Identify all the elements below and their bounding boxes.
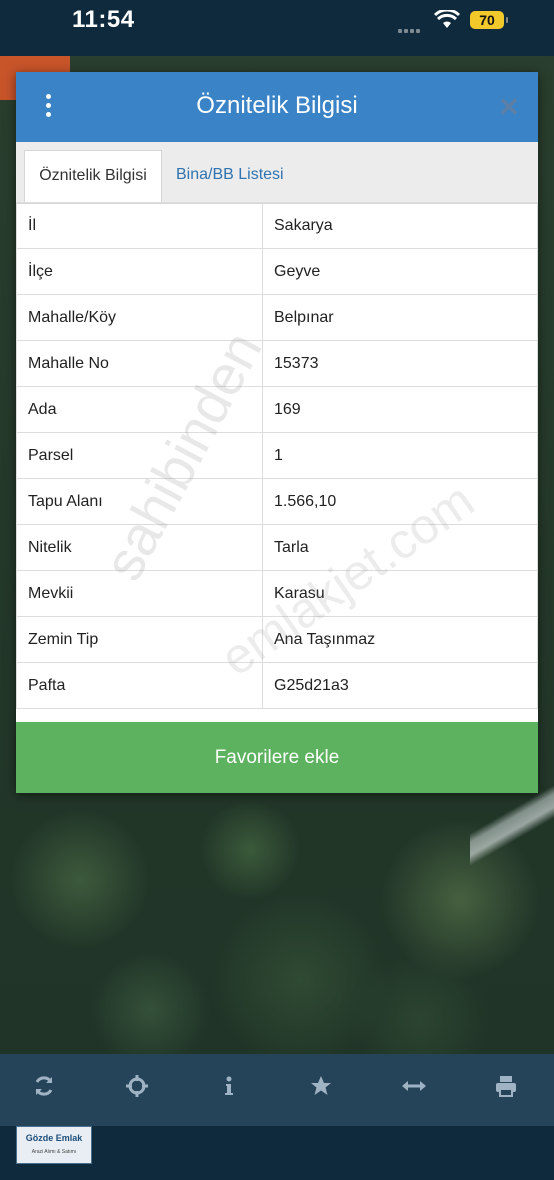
info-icon[interactable] xyxy=(213,1074,245,1106)
attribute-value: Karasu xyxy=(262,570,538,617)
attribute-key: Parsel xyxy=(16,432,263,479)
attribute-value: Tarla xyxy=(262,524,538,571)
add-to-favorites-button[interactable]: Favorilere ekle xyxy=(16,722,538,793)
attribute-key: Nitelik xyxy=(16,524,263,571)
table-row: Parsel 1 xyxy=(16,432,538,479)
close-icon[interactable]: ✕ xyxy=(498,92,520,123)
attribute-key: Tapu Alanı xyxy=(16,478,263,525)
logo-tagline: Arazi Alımı & Satımı xyxy=(31,1149,77,1155)
table-row: İlçe Geyve xyxy=(16,248,538,295)
company-logo: Gözde Emlak Arazi Alımı & Satımı xyxy=(16,1126,92,1164)
attribute-key: Zemin Tip xyxy=(16,616,263,663)
attribute-key: Ada xyxy=(16,386,263,433)
print-icon[interactable] xyxy=(490,1074,522,1106)
locate-icon[interactable] xyxy=(121,1074,153,1106)
attribute-value: 1.566,10 xyxy=(262,478,538,525)
table-row: Nitelik Tarla xyxy=(16,524,538,571)
table-row: Mahalle/Köy Belpınar xyxy=(16,294,538,341)
attribute-key: Mahalle/Köy xyxy=(16,294,263,341)
battery-icon: 70 xyxy=(470,11,508,29)
status-time: 11:54 xyxy=(72,6,135,33)
attribute-value: Sakarya xyxy=(262,202,538,249)
attribute-value: 1 xyxy=(262,432,538,479)
tab-attribute-info[interactable]: Öznitelik Bilgisi xyxy=(24,150,162,203)
dialog-header: Öznitelik Bilgisi ✕ xyxy=(16,72,538,142)
attribute-value: Ana Taşınmaz xyxy=(262,616,538,663)
table-row: Mevkii Karasu xyxy=(16,570,538,617)
attribute-info-dialog: Öznitelik Bilgisi ✕ Öznitelik Bilgisi Bi… xyxy=(16,72,538,793)
measure-icon[interactable] xyxy=(398,1074,430,1106)
table-row: İl Sakarya xyxy=(16,202,538,249)
attribute-key: İl xyxy=(16,202,263,249)
star-icon[interactable] xyxy=(305,1074,337,1106)
attribute-value: 15373 xyxy=(262,340,538,387)
footer-bar: Gözde Emlak Arazi Alımı & Satımı xyxy=(0,1126,554,1180)
attribute-value: G25d21a3 xyxy=(262,662,538,709)
attribute-key: Mevkii xyxy=(16,570,263,617)
attribute-table: İl Sakarya İlçe Geyve Mahalle/Köy Belpınar Mah… xyxy=(16,202,538,709)
table-row: Tapu Alanı 1.566,10 xyxy=(16,478,538,525)
table-row: Mahalle No 15373 xyxy=(16,340,538,387)
attribute-value: Belpınar xyxy=(262,294,538,341)
table-row: Pafta G25d21a3 xyxy=(16,662,538,709)
logo-name: Gözde Emlak xyxy=(25,1133,83,1143)
attribute-key: Pafta xyxy=(16,662,263,709)
attribute-value: Geyve xyxy=(262,248,538,295)
attribute-key: Mahalle No xyxy=(16,340,263,387)
cellular-signal-icon xyxy=(398,20,422,38)
bottom-toolbar xyxy=(0,1054,554,1126)
table-row: Zemin Tip Ana Taşınmaz xyxy=(16,616,538,663)
attribute-value: 169 xyxy=(262,386,538,433)
refresh-icon[interactable] xyxy=(28,1074,60,1106)
dialog-title: Öznitelik Bilgisi xyxy=(196,92,358,119)
table-row: Ada 169 xyxy=(16,386,538,433)
status-bar: 11:54 70 xyxy=(0,0,554,56)
dialog-tabs: Öznitelik Bilgisi Bina/BB Listesi xyxy=(16,142,538,204)
wifi-icon xyxy=(434,10,460,28)
tab-building-list[interactable]: Bina/BB Listesi xyxy=(176,150,284,202)
attribute-key: İlçe xyxy=(16,248,263,295)
